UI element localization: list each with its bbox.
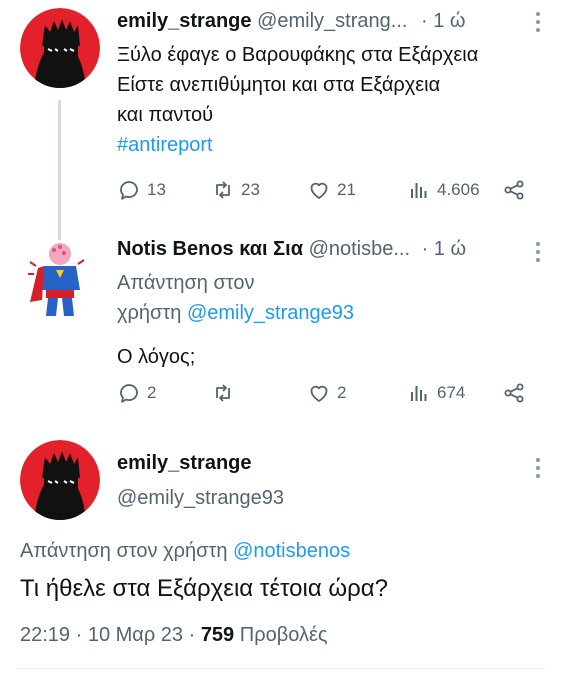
reply-button[interactable]: 2 [117,381,156,405]
tweet-1[interactable]: emily_strange @emily_strang... · 1 ώ Ξύλ… [0,0,575,242]
user-handle[interactable]: @emily_strang... [257,10,407,32]
focused-tweet: emily_strange @emily_strange93 Απάντηση … [0,430,575,680]
analytics-icon [411,386,427,401]
more-options-icon[interactable] [535,458,541,478]
reply-icon [120,384,138,403]
mention-link[interactable]: @emily_strange93 [187,302,354,324]
views-button[interactable]: 674 [407,381,465,405]
retweet-icon [216,181,230,199]
views-button[interactable]: 4.606 [407,178,480,202]
views-count: 759 [200,624,235,646]
retweet-icon [216,384,230,402]
like-button[interactable]: 2 [307,381,346,405]
tweet-meta: 22:19 · 10 Μαρ 23 · 759 Προβολές [20,620,328,650]
action-bar: 13 23 21 4.606 [117,178,537,208]
reply-button[interactable]: 13 [117,178,166,202]
avatar-image [20,8,100,88]
tweet-header: emily_strange @emily_strang... · 1 ώ [117,10,466,33]
share-icon [504,180,524,200]
views-count: 4.606 [437,180,480,199]
reply-context-prefix: Απάντηση στον χρήστη [20,540,228,562]
avatar[interactable] [20,240,100,320]
heart-icon [310,182,328,199]
retweet-button[interactable] [211,381,241,405]
mention-link[interactable]: @notisbenos [233,540,350,562]
retweet-count: 23 [241,180,260,199]
tweet-datetime[interactable]: 22:19 · 10 Μαρ 23 · [20,624,195,646]
retweet-button[interactable]: 23 [211,178,260,202]
user-handle[interactable]: @notisbe... [309,238,410,260]
share-button[interactable] [502,381,526,405]
more-options-icon[interactable] [535,242,541,262]
analytics-icon [411,183,427,198]
more-options-icon[interactable] [535,12,541,32]
tweet-2[interactable]: Notis Benos και Σια @notisbe... · 1 ώ Απ… [0,220,575,430]
like-count: 2 [337,383,347,402]
display-name[interactable]: emily_strange [117,10,252,32]
display-name[interactable]: emily_strange [117,452,284,475]
timestamp[interactable]: · 1 ώ [421,10,466,32]
share-button[interactable] [502,178,526,202]
tweet-text-line: Είστε ανεπιθύμητοι και στα Εξάρχεια [117,74,441,96]
reply-icon [120,181,138,200]
reply-count: 13 [147,180,166,199]
timestamp[interactable]: · 1 ώ [422,238,467,260]
heart-icon [310,385,328,402]
like-button[interactable]: 21 [307,178,356,202]
tweet-text: Ξύλο έφαγε ο Βαρουφάκης στα Εξάρχεια Είσ… [117,40,478,160]
display-name[interactable]: Notis Benos και Σια [117,238,303,260]
tweet-text: Τι ήθελε στα Εξάρχεια τέτοια ώρα? [20,575,388,602]
tweet-text: Ο λόγος; [117,346,196,368]
hashtag-link[interactable]: #antireport [117,130,478,160]
avatar-image [20,440,100,520]
focused-header: emily_strange @emily_strange93 [117,452,284,510]
tweet-text-line: Ξύλο έφαγε ο Βαρουφάκης στα Εξάρχεια [117,44,479,66]
share-icon [504,383,524,403]
reply-context: Απάντηση στον χρήστη @notisbenos [20,536,350,566]
avatar[interactable] [20,440,100,520]
tweet-text-line: και παντού [117,104,214,126]
tweet-header: Notis Benos και Σια @notisbe... · 1 ώ [117,238,466,261]
views-count: 674 [437,383,466,402]
like-count: 21 [337,180,356,199]
reply-count: 2 [147,383,157,402]
avatar[interactable] [20,8,100,88]
views-label: Προβολές [239,624,328,646]
avatar-image [20,240,100,320]
reply-context-prefix: χρήστη [117,302,182,324]
action-bar: 2 2 674 [117,381,537,411]
divider [16,668,545,669]
reply-context-label: Απάντηση στον [117,272,255,294]
reply-context: Απάντηση στον χρήστη @emily_strange93 [117,268,354,328]
user-handle[interactable]: @emily_strange93 [117,487,284,510]
